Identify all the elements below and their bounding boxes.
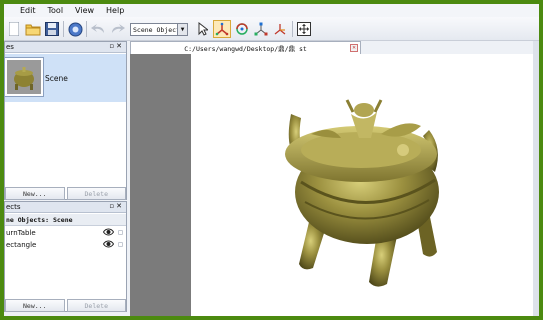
fit-view-button[interactable]: [295, 20, 313, 38]
move-axis-icon: [215, 22, 229, 36]
object-row-turntable[interactable]: urnTable: [5, 227, 126, 238]
objects-header: ne Objects: Scene: [5, 214, 126, 226]
object-label: urnTable: [6, 228, 36, 237]
delete-object-button[interactable]: Delete: [66, 299, 126, 312]
select-arrow-icon: [198, 22, 208, 36]
axis-tool-button[interactable]: [271, 20, 289, 38]
save-icon: [45, 22, 59, 36]
redo-button[interactable]: [108, 20, 126, 38]
toolbar: Scene Object ▼: [4, 17, 539, 41]
app-window: Edit Tool View Help Scene Object ▼ es ▫✕…: [4, 4, 539, 316]
mode-dropdown-value: Scene Object: [133, 25, 180, 34]
new-file-button[interactable]: [5, 20, 23, 38]
menu-edit[interactable]: Edit: [20, 6, 36, 15]
scene-thumbnail: [4, 57, 44, 97]
chevron-down-icon: ▼: [177, 24, 187, 35]
rotate-tool-button[interactable]: [233, 20, 251, 38]
undo-icon: [90, 24, 104, 33]
close-icon[interactable]: ✕: [350, 44, 358, 52]
mode-dropdown[interactable]: Scene Object ▼: [130, 23, 188, 36]
scale-icon: [254, 22, 268, 36]
scenes-panel-title: es ▫✕: [5, 42, 126, 53]
axis-icon: [274, 24, 286, 35]
eye-icon[interactable]: [103, 228, 114, 236]
save-button[interactable]: [43, 20, 61, 38]
open-folder-button[interactable]: [24, 20, 42, 38]
object-label: ectangle: [6, 240, 37, 249]
objects-panel-title-text: ects: [6, 203, 21, 211]
bronze-cauldron-model: [285, 99, 439, 287]
objects-panel-title: ects ▫✕: [5, 202, 126, 213]
menu-tool[interactable]: Tool: [48, 6, 64, 15]
redo-icon: [111, 24, 125, 33]
menu-help[interactable]: Help: [106, 6, 124, 15]
scene-label: Scene: [45, 74, 68, 83]
scenes-panel-title-text: es: [6, 43, 14, 51]
viewport-gutter: [130, 54, 191, 316]
fit-view-icon: [297, 22, 311, 36]
toolbar-separator: [292, 21, 293, 37]
viewport-edge: [533, 41, 539, 316]
toolbar-separator: [86, 21, 87, 37]
toolbar-separator: [63, 21, 64, 37]
scenes-button-row: New... Delete: [5, 187, 126, 200]
objects-panel: ects ▫✕ ne Objects: Scene urnTable ectan…: [4, 201, 127, 312]
new-scene-button[interactable]: New...: [5, 187, 65, 200]
3d-viewport[interactable]: [191, 54, 533, 316]
select-tool-button[interactable]: [194, 20, 212, 38]
document-tab-title: C:/Users/wangwd/Desktop/鼎/鼎 st: [184, 45, 307, 53]
lock-toggle-icon[interactable]: [118, 230, 123, 235]
object-row-rectangle[interactable]: ectangle: [5, 239, 126, 250]
move-tool-button[interactable]: [213, 20, 231, 38]
eye-icon[interactable]: [103, 240, 114, 248]
new-file-icon: [9, 22, 19, 36]
render-icon: [68, 22, 82, 36]
scene-list-item[interactable]: Scene: [4, 54, 126, 102]
lock-toggle-icon[interactable]: [118, 242, 123, 247]
rotate-icon: [236, 23, 248, 35]
panel-float-close-icons[interactable]: ▫✕: [109, 42, 124, 50]
new-object-button[interactable]: New...: [5, 299, 65, 312]
menu-view[interactable]: View: [75, 6, 94, 15]
menu-bar: Edit Tool View Help: [4, 4, 539, 17]
undo-button[interactable]: [89, 20, 107, 38]
panel-float-close-icons[interactable]: ▫✕: [109, 202, 124, 210]
scale-tool-button[interactable]: [252, 20, 270, 38]
cauldron-thumbnail-icon: [7, 60, 41, 94]
delete-scene-button[interactable]: Delete: [66, 187, 126, 200]
document-tab[interactable]: C:/Users/wangwd/Desktop/鼎/鼎 st ✕: [130, 41, 361, 54]
open-folder-icon: [25, 24, 41, 35]
render-button[interactable]: [66, 20, 84, 38]
scenes-panel: es ▫✕ Scene New... Delete: [4, 41, 127, 200]
objects-button-row: New... Delete: [5, 299, 126, 312]
